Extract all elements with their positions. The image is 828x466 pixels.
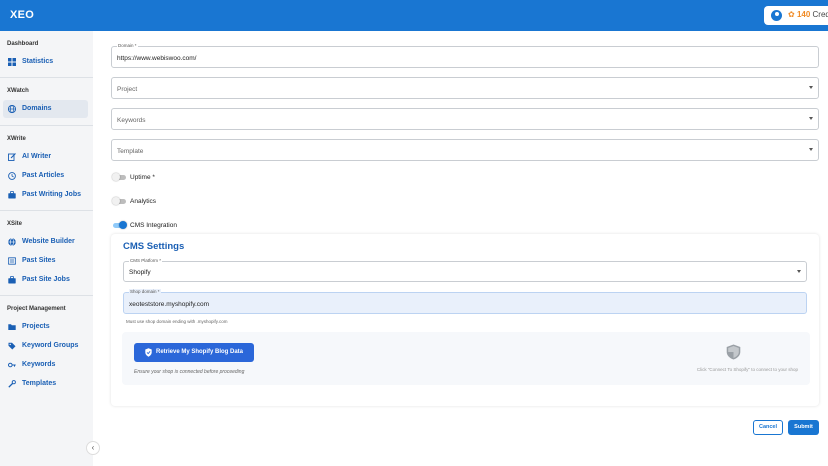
sidebar-item-past-articles[interactable]: Past Articles bbox=[3, 167, 88, 185]
analytics-toggle[interactable] bbox=[112, 197, 126, 205]
domain-label: Domain * bbox=[117, 43, 138, 48]
cms-integration-toggle[interactable] bbox=[113, 221, 127, 229]
coins-icon: ✿ bbox=[788, 10, 795, 19]
ensure-connected-text: Ensure your shop is connected before pro… bbox=[134, 369, 245, 375]
retrieve-shopify-blog-data-button[interactable]: Retrieve My Shopify Blog Data bbox=[134, 343, 254, 362]
toggle-knob bbox=[112, 173, 120, 181]
sidebar-item-label: Domains bbox=[22, 105, 52, 112]
sidebar-item-ai-writer[interactable]: AI Writer bbox=[3, 148, 88, 166]
sidebar: Dashboard Statistics XWatch Domains XWri… bbox=[0, 31, 93, 466]
analytics-label: Analytics bbox=[130, 198, 157, 205]
shop-domain-field[interactable]: Shop domain * xeoteststore.myshopify.com bbox=[123, 289, 807, 314]
briefcase-icon bbox=[8, 276, 16, 284]
globe-icon bbox=[8, 238, 16, 246]
uptime-toggle[interactable] bbox=[112, 173, 126, 181]
project-placeholder: Project bbox=[117, 86, 138, 93]
shield-check-icon bbox=[145, 348, 152, 357]
sidebar-item-past-writing-jobs[interactable]: Past Writing Jobs bbox=[3, 186, 88, 204]
section-title-project-management: Project Management bbox=[7, 306, 66, 312]
submit-button[interactable]: Submit bbox=[788, 420, 819, 435]
sidebar-item-label: Keyword Groups bbox=[22, 342, 79, 349]
folder-icon bbox=[8, 324, 16, 330]
section-title-xwrite: XWrite bbox=[7, 136, 26, 142]
main-content: Domain * https://www.webiswoo.com/ Proje… bbox=[93, 31, 828, 466]
sidebar-item-label: AI Writer bbox=[22, 153, 52, 160]
sidebar-item-past-sites[interactable]: Past Sites bbox=[3, 252, 88, 270]
sidebar-item-label: Past Writing Jobs bbox=[22, 191, 81, 198]
cms-platform-value: Shopify bbox=[129, 269, 151, 276]
sidebar-item-statistics[interactable]: Statistics bbox=[3, 53, 88, 71]
chevron-down-icon bbox=[809, 86, 813, 89]
section-title-dashboard: Dashboard bbox=[7, 41, 39, 47]
cms-integration-label: CMS Integration bbox=[130, 222, 177, 229]
chevron-down-icon bbox=[797, 270, 801, 273]
briefcase-icon bbox=[8, 191, 16, 199]
list-icon bbox=[8, 257, 16, 265]
sidebar-item-keyword-groups[interactable]: Keyword Groups bbox=[3, 337, 88, 355]
uptime-label: Uptime * bbox=[130, 174, 155, 181]
sidebar-item-label: Past Articles bbox=[22, 172, 65, 179]
history-icon bbox=[8, 172, 16, 180]
sidebar-item-website-builder[interactable]: Website Builder bbox=[3, 233, 88, 251]
key-icon bbox=[8, 362, 16, 368]
sidebar-item-label: Past Sites bbox=[22, 257, 56, 264]
sidebar-item-label: Keywords bbox=[22, 361, 56, 368]
tags-icon bbox=[8, 342, 16, 350]
domain-field[interactable]: Domain * https://www.webiswoo.com/ bbox=[111, 43, 819, 68]
sidebar-item-past-site-jobs[interactable]: Past Site Jobs bbox=[3, 271, 88, 289]
tool-icon bbox=[8, 380, 16, 388]
sidebar-item-label: Templates bbox=[22, 380, 57, 387]
domain-value: https://www.webiswoo.com/ bbox=[117, 55, 197, 62]
sidebar-item-label: Projects bbox=[22, 323, 50, 330]
shop-domain-helper: Must use shop domain ending with .myshop… bbox=[126, 319, 228, 324]
divider bbox=[0, 295, 93, 296]
credits-label: Credits bbox=[812, 10, 828, 19]
collapse-sidebar-button[interactable]: ‹ bbox=[86, 441, 100, 455]
divider bbox=[0, 125, 93, 126]
user-avatar-icon[interactable] bbox=[771, 10, 782, 21]
sidebar-item-label: Statistics bbox=[22, 58, 54, 65]
divider bbox=[0, 210, 93, 211]
sidebar-item-label: Website Builder bbox=[22, 238, 75, 245]
keywords-placeholder: Keywords bbox=[117, 117, 146, 124]
project-select[interactable]: Project bbox=[111, 77, 819, 99]
toggle-knob bbox=[112, 197, 120, 205]
section-title-xsite: XSite bbox=[7, 221, 23, 227]
sidebar-item-domains[interactable]: Domains bbox=[3, 100, 88, 118]
globe-icon bbox=[8, 105, 16, 113]
top-bar: XEO ✿ 140 Credits bbox=[0, 0, 828, 31]
keywords-select[interactable]: Keywords bbox=[111, 108, 819, 130]
toggle-knob bbox=[119, 221, 127, 229]
chevron-left-icon: ‹ bbox=[91, 443, 95, 452]
section-title-xwatch: XWatch bbox=[7, 88, 29, 94]
connect-to-shopify-hint: Click "Connect To Shopify" to connect to… bbox=[696, 367, 798, 372]
chevron-down-icon bbox=[809, 117, 813, 120]
app-logo[interactable]: XEO bbox=[10, 9, 34, 21]
chevron-down-icon bbox=[809, 148, 813, 151]
cms-settings-title: CMS Settings bbox=[123, 241, 185, 252]
template-select[interactable]: Template bbox=[111, 139, 819, 161]
shield-icon bbox=[726, 344, 741, 360]
credits-display: ✿ 140 Credits bbox=[788, 10, 828, 19]
cms-settings-card: CMS Settings CMS Platform * Shopify Shop… bbox=[111, 234, 819, 406]
cms-platform-label: CMS Platform * bbox=[129, 258, 163, 263]
cms-platform-select[interactable]: CMS Platform * Shopify bbox=[123, 258, 807, 282]
shop-domain-value: xeoteststore.myshopify.com bbox=[129, 301, 210, 308]
sidebar-item-projects[interactable]: Projects bbox=[3, 318, 88, 336]
credits-count: 140 bbox=[796, 10, 811, 19]
sidebar-item-keywords[interactable]: Keywords bbox=[3, 356, 88, 374]
grid-icon bbox=[8, 58, 16, 66]
sidebar-item-label: Past Site Jobs bbox=[22, 276, 70, 283]
divider bbox=[0, 77, 93, 78]
shop-domain-label: Shop domain * bbox=[129, 289, 161, 294]
sidebar-item-templates[interactable]: Templates bbox=[3, 375, 88, 393]
user-credits-box[interactable]: ✿ 140 Credits bbox=[764, 6, 828, 25]
cancel-button[interactable]: Cancel bbox=[753, 420, 783, 435]
edit-icon bbox=[8, 153, 16, 161]
retrieve-button-label: Retrieve My Shopify Blog Data bbox=[156, 349, 244, 355]
retrieve-panel: Retrieve My Shopify Blog Data Ensure you… bbox=[122, 332, 810, 385]
template-placeholder: Template bbox=[117, 148, 144, 155]
